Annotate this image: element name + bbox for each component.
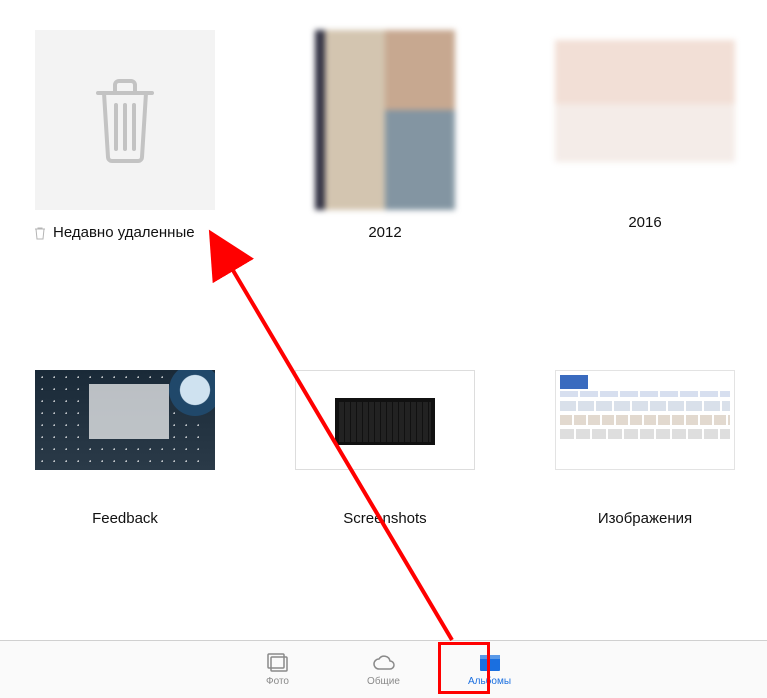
album-recently-deleted[interactable]: Недавно удаленные <box>20 30 230 241</box>
photos-albums-screen: Недавно удаленные 2012 2016 Feedback Scr… <box>0 0 767 698</box>
album-label: Недавно удаленные <box>53 224 195 241</box>
tab-shared[interactable]: Общие <box>354 652 414 687</box>
album-2012[interactable]: 2012 <box>280 30 490 241</box>
album-images[interactable]: Изображения <box>540 330 750 527</box>
trash-small-icon <box>33 226 47 240</box>
album-thumb-2016 <box>555 40 735 200</box>
album-thumb-screenshots <box>295 370 475 470</box>
album-screenshots[interactable]: Screenshots <box>280 330 490 527</box>
tab-label: Фото <box>266 676 289 687</box>
tab-bar: Фото Общие Альбомы <box>0 640 767 698</box>
annotation-highlight-box <box>438 642 490 694</box>
album-label: Feedback <box>20 510 230 527</box>
album-thumb-recently-deleted <box>35 30 215 210</box>
album-label: Изображения <box>540 510 750 527</box>
trash-icon <box>90 75 160 165</box>
album-label: 2016 <box>540 214 750 231</box>
album-thumb-images <box>555 370 735 470</box>
album-label: 2012 <box>280 224 490 241</box>
album-feedback[interactable]: Feedback <box>20 330 230 527</box>
photos-stack-icon <box>265 652 291 674</box>
album-thumb-2012 <box>315 30 455 210</box>
tab-photos[interactable]: Фото <box>248 652 308 687</box>
albums-grid: Недавно удаленные 2012 2016 Feedback Scr… <box>0 0 767 640</box>
album-2016[interactable]: 2016 <box>540 30 750 231</box>
album-label: Screenshots <box>280 510 490 527</box>
album-thumb-feedback <box>35 370 215 470</box>
tab-label: Общие <box>367 676 400 687</box>
album-label-row: Недавно удаленные <box>20 224 230 241</box>
cloud-icon <box>371 652 397 674</box>
